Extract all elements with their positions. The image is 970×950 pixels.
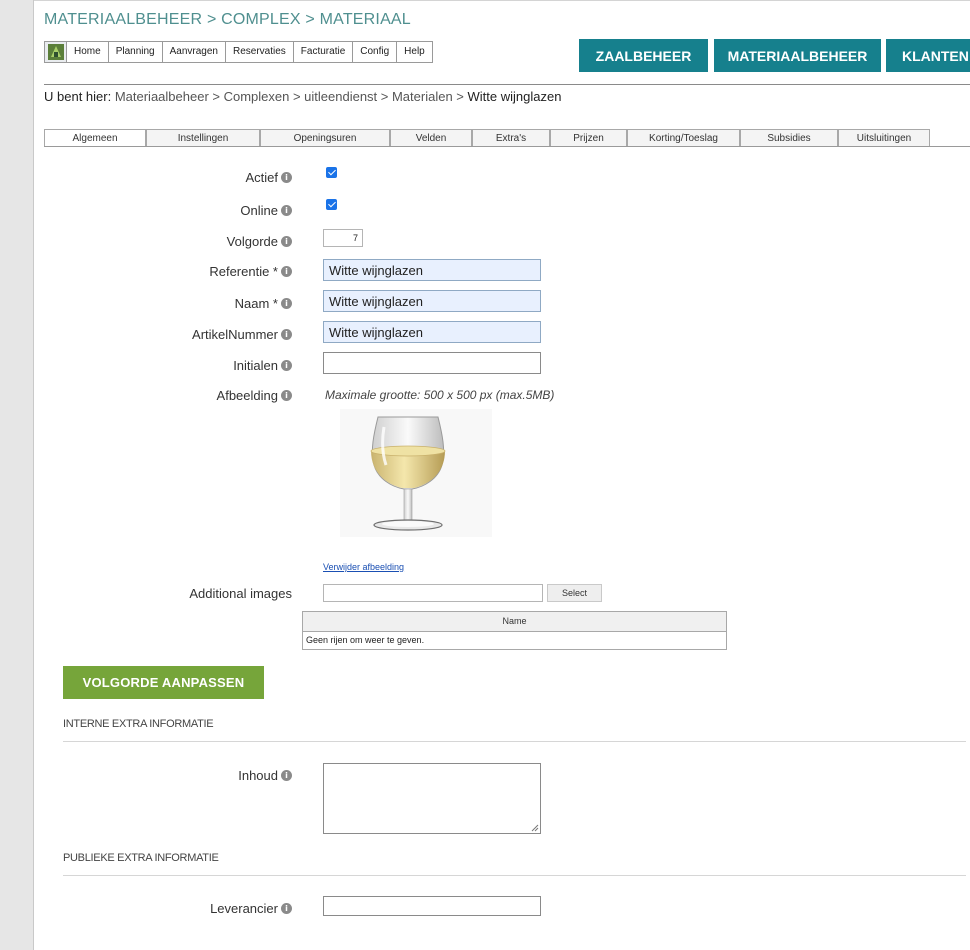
volgorde-input[interactable] bbox=[323, 229, 363, 247]
afbeelding-label-text: Afbeelding bbox=[216, 388, 278, 403]
tab-velden[interactable]: Velden bbox=[390, 129, 472, 146]
info-icon[interactable]: i bbox=[281, 903, 292, 914]
wine-glass-graphic bbox=[370, 416, 446, 531]
naam-input[interactable] bbox=[323, 290, 541, 312]
inhoud-label-text: Inhoud bbox=[238, 768, 278, 783]
referentie-label: Referentie * i bbox=[209, 264, 292, 279]
info-icon[interactable]: i bbox=[281, 172, 292, 183]
actief-checkbox[interactable] bbox=[326, 167, 337, 178]
artikelnummer-label-text: ArtikelNummer bbox=[192, 327, 278, 342]
volgorde-aanpassen-button[interactable]: VOLGORDE AANPASSEN bbox=[63, 666, 264, 699]
volgorde-label: Volgorde i bbox=[227, 234, 292, 249]
white-wine-glass-image bbox=[340, 409, 492, 537]
artikelnummer-input[interactable] bbox=[323, 321, 541, 343]
klanten-button[interactable]: KLANTEN bbox=[886, 39, 970, 72]
section-title-publieke: PUBLIEKE EXTRA INFORMATIE bbox=[63, 852, 219, 864]
breadcrumb-prefix: U bent hier: bbox=[44, 89, 112, 104]
afbeelding-label: Afbeelding i bbox=[217, 388, 292, 403]
main-menu: Home Planning Aanvragen Reservaties Fact… bbox=[44, 41, 433, 63]
zaalbeheer-button[interactable]: ZAALBEHEER bbox=[579, 39, 708, 72]
leverancier-label: Leverancier i bbox=[210, 901, 292, 916]
info-icon[interactable]: i bbox=[281, 236, 292, 247]
section-divider bbox=[63, 741, 966, 742]
tab-subsidies[interactable]: Subsidies bbox=[740, 129, 838, 146]
app-logo-icon[interactable] bbox=[45, 42, 67, 62]
info-icon[interactable]: i bbox=[281, 205, 292, 216]
additional-images-grid: Name Geen rijen om weer te geven. bbox=[302, 611, 727, 650]
materiaalbeheer-button[interactable]: MATERIAALBEHEER bbox=[714, 39, 881, 72]
tab-openingsuren[interactable]: Openingsuren bbox=[260, 129, 390, 146]
page-title: MATERIAALBEHEER > COMPLEX > MATERIAAL bbox=[44, 11, 411, 28]
naam-label-text: Naam * bbox=[234, 296, 278, 311]
info-icon[interactable]: i bbox=[281, 390, 292, 401]
initialen-label-text: Initialen bbox=[233, 358, 278, 373]
menu-item-help[interactable]: Help bbox=[397, 42, 432, 62]
menu-item-facturatie[interactable]: Facturatie bbox=[294, 42, 354, 62]
naam-label: Naam * i bbox=[235, 296, 292, 311]
info-icon[interactable]: i bbox=[281, 360, 292, 371]
leverancier-input[interactable] bbox=[323, 896, 541, 916]
menu-item-reservaties[interactable]: Reservaties bbox=[226, 42, 294, 62]
section-divider bbox=[63, 875, 966, 876]
online-checkbox[interactable] bbox=[326, 199, 337, 210]
tab-prijzen[interactable]: Prijzen bbox=[550, 129, 627, 146]
leverancier-label-text: Leverancier bbox=[210, 901, 278, 916]
menu-item-planning[interactable]: Planning bbox=[109, 42, 163, 62]
tab-instellingen[interactable]: Instellingen bbox=[146, 129, 260, 146]
top-border bbox=[34, 0, 970, 6]
section-title-interne: INTERNE EXTRA INFORMATIE bbox=[63, 718, 214, 730]
menu-item-aanvragen[interactable]: Aanvragen bbox=[163, 42, 226, 62]
info-icon[interactable]: i bbox=[281, 770, 292, 781]
grid-empty-message: Geen rijen om weer te geven. bbox=[306, 635, 425, 645]
info-icon[interactable]: i bbox=[281, 329, 292, 340]
tab-uitsluitingen[interactable]: Uitsluitingen bbox=[838, 129, 930, 146]
inhoud-textarea[interactable] bbox=[323, 763, 541, 834]
menu-item-config[interactable]: Config bbox=[353, 42, 398, 62]
online-label-text: Online bbox=[240, 203, 278, 218]
breadcrumb-path[interactable]: Materiaalbeheer > Complexen > uitleendie… bbox=[115, 89, 464, 104]
initialen-label: Initialen i bbox=[233, 358, 292, 373]
remove-image-link[interactable]: Verwijder afbeelding bbox=[323, 562, 404, 572]
info-icon[interactable]: i bbox=[281, 266, 292, 277]
left-sidebar-strip bbox=[0, 0, 34, 950]
grid-header-name[interactable]: Name bbox=[303, 612, 726, 632]
initialen-input[interactable] bbox=[323, 352, 541, 374]
menu-item-home[interactable]: Home bbox=[67, 42, 109, 62]
select-button[interactable]: Select bbox=[547, 584, 602, 602]
image-size-hint: Maximale grootte: 500 x 500 px (max.5MB) bbox=[325, 388, 555, 402]
artikelnummer-label: ArtikelNummer i bbox=[192, 327, 292, 342]
breadcrumb: U bent hier: Materiaalbeheer > Complexen… bbox=[44, 89, 561, 104]
resize-grip-icon[interactable] bbox=[531, 824, 539, 832]
breadcrumb-current: Witte wijnglazen bbox=[467, 89, 562, 104]
tab-korting-toeslag[interactable]: Korting/Toeslag bbox=[627, 129, 740, 146]
tab-bar: Algemeen Instellingen Openingsuren Velde… bbox=[44, 129, 970, 147]
header-divider bbox=[44, 84, 970, 85]
tab-extras[interactable]: Extra's bbox=[472, 129, 550, 146]
tab-algemeen[interactable]: Algemeen bbox=[44, 129, 146, 146]
info-icon[interactable]: i bbox=[281, 298, 292, 309]
online-label: Online i bbox=[240, 203, 292, 218]
volgorde-label-text: Volgorde bbox=[226, 234, 278, 249]
referentie-input[interactable] bbox=[323, 259, 541, 281]
referentie-label-text: Referentie * bbox=[209, 264, 278, 279]
inhoud-label: Inhoud i bbox=[238, 768, 292, 783]
additional-images-label: Additional images bbox=[189, 586, 292, 601]
actief-label: Actief i bbox=[245, 170, 292, 185]
logo-graphic bbox=[47, 44, 64, 60]
additional-images-input[interactable] bbox=[323, 584, 543, 602]
actief-label-text: Actief bbox=[245, 170, 278, 185]
